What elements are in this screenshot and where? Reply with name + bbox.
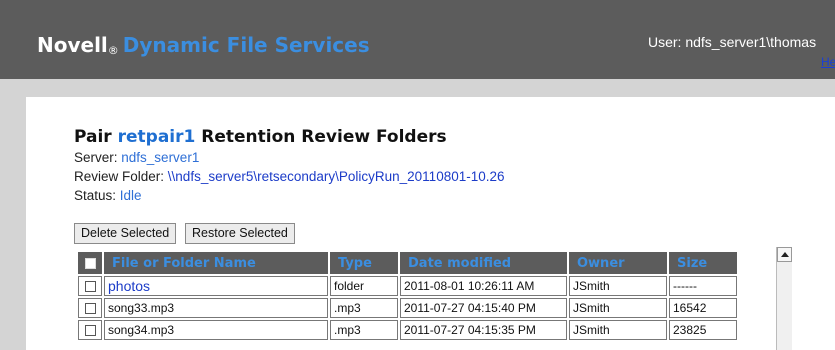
product-name: Dynamic File Services [122, 33, 370, 57]
review-folder-label: Review Folder: [74, 169, 165, 184]
file-size: 23825 [669, 320, 737, 340]
file-date: 2011-08-01 10:26:11 AM [400, 276, 567, 296]
file-owner: JSmith [569, 276, 667, 296]
table-row: song33.mp3 .mp3 2011-07-27 04:15:40 PM J… [78, 298, 737, 318]
server-label: Server: [74, 150, 118, 165]
content-panel: Pair retpair1 Retention Review Folders S… [26, 97, 835, 350]
column-header-size[interactable]: Size [669, 252, 737, 274]
row-checkbox[interactable] [84, 281, 96, 293]
column-header-type[interactable]: Type [330, 252, 398, 274]
pair-name: retpair1 [117, 127, 196, 147]
review-folder-info: Review Folder: \\ndfs_server5\retseconda… [74, 169, 505, 184]
file-name: song33.mp3 [104, 298, 328, 318]
user-info: User: ndfs_server1\thomas [648, 34, 816, 50]
row-checkbox[interactable] [84, 325, 96, 337]
status-info: Status: Idle [74, 188, 142, 203]
registered-mark: ® [107, 44, 119, 57]
file-name-link[interactable]: photos [104, 276, 328, 296]
file-size: 16542 [669, 298, 737, 318]
row-select-cell [78, 276, 102, 296]
table-row: photos folder 2011-08-01 10:26:11 AM JSm… [78, 276, 737, 296]
title-prefix: Pair [74, 127, 112, 147]
user-name: ndfs_server1\thomas [685, 34, 817, 50]
user-label: User: [648, 34, 682, 50]
file-type: .mp3 [330, 320, 398, 340]
restore-selected-button[interactable]: Restore Selected [185, 223, 295, 244]
status-label: Status: [74, 188, 117, 203]
app-brand: Novell® Dynamic File Services [37, 33, 370, 57]
select-all-checkbox[interactable] [84, 257, 96, 269]
column-header-date[interactable]: Date modified [400, 252, 567, 274]
files-table: File or Folder Name Type Date modified O… [76, 250, 739, 342]
delete-selected-button[interactable]: Delete Selected [74, 223, 177, 244]
file-date: 2011-07-27 04:15:40 PM [400, 298, 567, 318]
file-name: song34.mp3 [104, 320, 328, 340]
app-header: Novell® Dynamic File Services User: ndfs_… [0, 0, 835, 79]
file-size: ------ [669, 276, 737, 296]
table-row: song34.mp3 .mp3 2011-07-27 04:15:35 PM J… [78, 320, 737, 340]
select-all-header [78, 252, 102, 274]
row-select-cell [78, 320, 102, 340]
page-title: Pair retpair1 Retention Review Folders [74, 127, 447, 147]
file-owner: JSmith [569, 320, 667, 340]
server-info: Server: ndfs_server1 [74, 150, 199, 165]
scroll-up-arrow-icon[interactable] [777, 247, 792, 262]
table-header-row: File or Folder Name Type Date modified O… [78, 252, 737, 274]
server-value: ndfs_server1 [121, 150, 200, 165]
file-owner: JSmith [569, 298, 667, 318]
title-suffix: Retention Review Folders [201, 127, 447, 147]
help-link[interactable]: Help [821, 55, 835, 69]
review-folder-value: \\ndfs_server5\retsecondary\PolicyRun_20… [167, 169, 505, 184]
row-select-cell [78, 298, 102, 318]
column-header-owner[interactable]: Owner [569, 252, 667, 274]
status-value: Idle [119, 188, 142, 203]
column-header-name[interactable]: File or Folder Name [104, 252, 328, 274]
row-checkbox[interactable] [84, 303, 96, 315]
table-scrollbar[interactable] [776, 247, 792, 350]
file-date: 2011-07-27 04:15:35 PM [400, 320, 567, 340]
file-type: folder [330, 276, 398, 296]
file-type: .mp3 [330, 298, 398, 318]
brand-name: Novell [37, 33, 108, 57]
